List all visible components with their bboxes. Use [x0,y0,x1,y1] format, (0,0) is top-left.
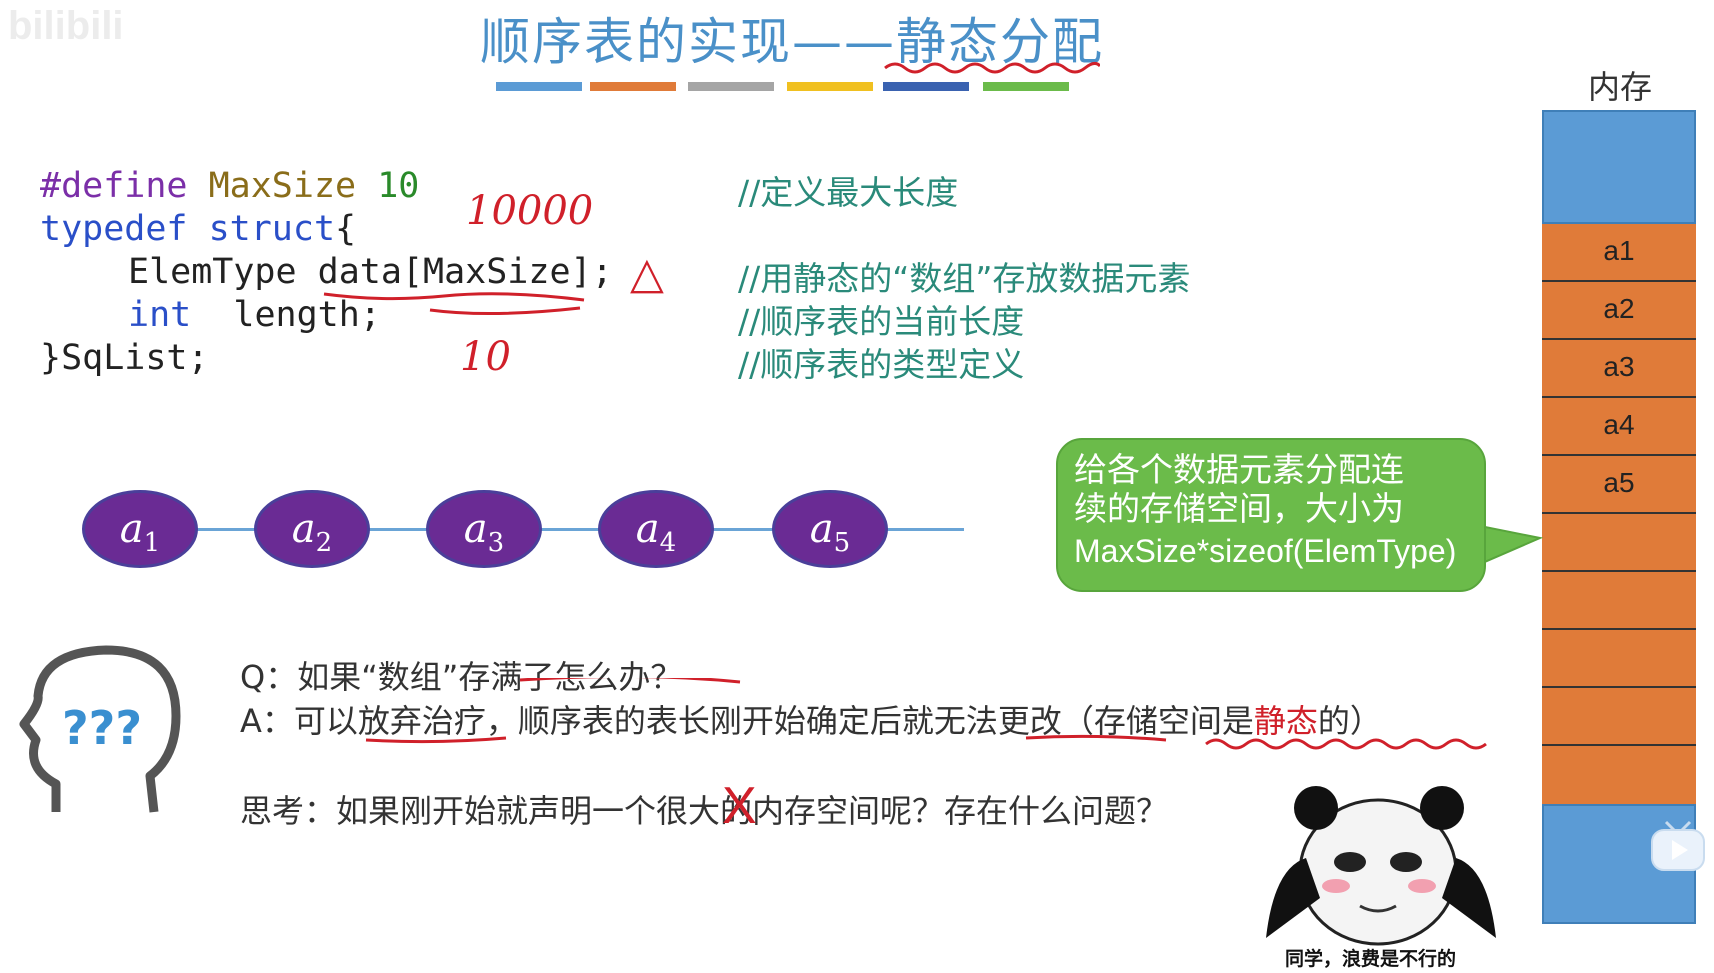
title-bar [883,82,969,91]
code-brace: { [335,209,357,249]
memory-cell-label: a4 [1603,409,1635,440]
callout-line: MaxSize*sizeof(ElemType) [1074,533,1457,569]
sequence-node: a2 [254,490,370,568]
memory-cell [1542,514,1696,572]
memory-cell: a1 [1542,224,1696,282]
memory-cell-label: a2 [1603,293,1635,324]
node-subscript: 1 [143,528,161,558]
memory-free-top [1542,110,1696,224]
code-type: ElemType [128,252,297,292]
comment-type: //顺序表的类型定义 [738,345,1025,384]
meme-caption: 同学，浪费是不行的 [1285,948,1457,970]
handwritten-10: 10 [460,334,511,380]
title-bar [688,82,774,91]
cross-mark-icon: X [722,777,757,835]
code-line-close: }SqList; [40,338,209,378]
code-keyword: #define [40,166,188,206]
title-underline-scribble [884,61,1100,74]
title-bar [496,82,582,91]
node-letter: a [635,506,660,552]
memory-cell: a5 [1542,456,1696,514]
code-underline-scribble [323,292,585,316]
memory-cell [1542,746,1696,804]
code-identifier: MaxSize [208,166,357,206]
sequence-node: a5 [772,490,888,568]
sequence-node: a4 [598,490,714,568]
tv-icon[interactable] [1648,818,1708,874]
memory-cell-label: a5 [1603,467,1635,498]
code-keyword: typedef [40,209,188,249]
memory-cell [1542,572,1696,630]
callout-line: 给各个数据元素分配连 [1074,450,1404,489]
think-text: 思考：如果刚开始就声明一个很大的内存空间呢？存在什么问题？ [240,792,1169,830]
node-subscript: 3 [487,528,505,558]
code-keyword: int [128,295,192,335]
memory-column: a1 a2 a3 a4 a5 [1542,110,1696,924]
memory-cell [1542,630,1696,688]
node-letter: a [119,506,144,552]
comment-data: //用静态的“数组”存放数据元素 [738,259,1191,298]
sequence-node: a3 [426,490,542,568]
panda-meme-image [1266,786,1496,946]
callout-pointer [1480,524,1544,566]
answer-underline-scribbles [365,678,1487,750]
memory-label: 内存 [1588,68,1653,106]
code-line-define: #define MaxSize 10 [40,166,419,206]
comment-define: //定义最大长度 [738,173,959,212]
triangle-mark-icon: △ [630,248,664,299]
title-bar [787,82,873,91]
comment-length: //顺序表的当前长度 [738,302,1025,341]
node-subscript: 4 [659,528,677,558]
node-letter: a [463,506,488,552]
sequence-node: a1 [82,490,198,568]
thinking-head-icon: ??? [19,645,181,813]
memory-cell: a4 [1542,398,1696,456]
node-letter: a [291,506,316,552]
memory-cell: a3 [1542,340,1696,398]
svg-text:???: ??? [62,701,142,755]
node-subscript: 2 [315,528,333,558]
callout-line: 续的存储空间，大小为 [1074,489,1404,528]
memory-cell-label: a3 [1603,351,1635,382]
memory-cell: a2 [1542,282,1696,340]
node-subscript: 5 [833,528,851,558]
handwritten-10000: 10000 [466,188,594,234]
title-bar [983,82,1069,91]
node-letter: a [809,506,834,552]
memory-cell-label: a1 [1603,235,1635,266]
title-bar [590,82,676,91]
watermark: bilibili [8,4,124,48]
callout-bubble: 给各个数据元素分配连 续的存储空间，大小为 MaxSize*sizeof(Ele… [1056,438,1486,592]
code-line-typedef: typedef struct{ [40,209,356,249]
code-keyword: struct [208,209,336,249]
memory-cell [1542,688,1696,746]
code-number: 10 [377,166,420,206]
